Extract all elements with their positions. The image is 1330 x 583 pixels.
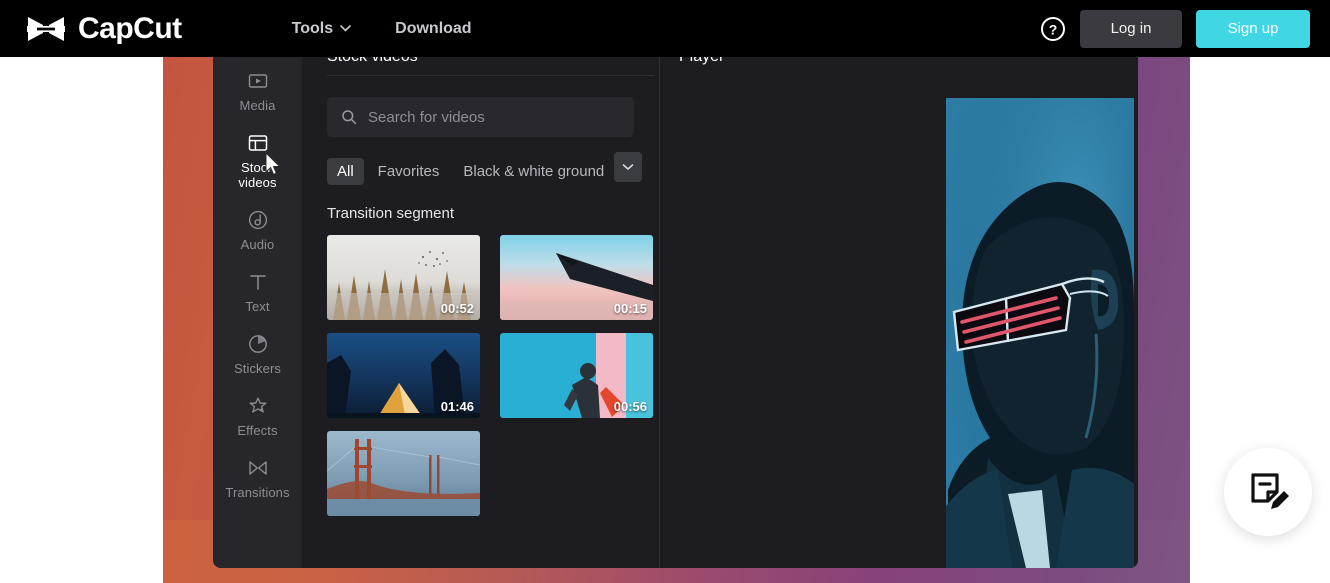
chevron-down-icon xyxy=(340,25,351,32)
nav-item-tools-label: Tools xyxy=(291,19,334,37)
panel-title: Stock videos xyxy=(302,57,659,75)
sidebar-item-effects[interactable]: Effects xyxy=(213,386,302,448)
filter-chip-row: All Favorites Black & white ground xyxy=(302,137,659,191)
sidebar-item-media[interactable]: Media xyxy=(213,61,302,123)
page-root: CapCut Tools Download ? Log in Sign up M… xyxy=(0,0,1330,583)
stock-video-item[interactable] xyxy=(327,431,480,516)
sidebar-item-effects-label: Effects xyxy=(237,423,278,438)
stock-videos-grid-icon xyxy=(248,135,267,151)
stock-video-grid: 00:52 00:15 01:46 00:56 xyxy=(302,222,659,516)
search-icon xyxy=(342,110,357,125)
stock-video-item[interactable]: 00:56 xyxy=(500,333,653,418)
player-preview-image xyxy=(946,98,1134,568)
nav-item-download-label: Download xyxy=(395,19,472,37)
search-input[interactable] xyxy=(368,108,620,126)
thumbnail-duration: 00:52 xyxy=(440,301,474,316)
brand-logo[interactable]: CapCut xyxy=(24,11,182,45)
nav-item-tools[interactable]: Tools xyxy=(292,20,351,38)
signup-button[interactable]: Sign up xyxy=(1196,9,1310,48)
transitions-bowtie-icon xyxy=(248,461,267,475)
sidebar-item-stickers-label: Stickers xyxy=(233,361,282,376)
nav-item-download[interactable]: Download xyxy=(395,20,471,38)
feedback-edit-document-icon xyxy=(1251,473,1289,509)
sidebar-item-text[interactable]: Text xyxy=(213,262,302,324)
section-title-transition-segment: Transition segment xyxy=(327,205,455,222)
thumbnail-image xyxy=(327,431,480,516)
brand-name: CapCut xyxy=(78,11,182,45)
login-button[interactable]: Log in xyxy=(1080,9,1182,48)
feedback-button[interactable] xyxy=(1224,448,1312,536)
sidebar-item-audio-label: Audio xyxy=(240,237,275,252)
svg-text:?: ? xyxy=(1049,21,1058,37)
thumbnail-duration: 01:46 xyxy=(440,399,474,414)
thumbnail-duration: 00:15 xyxy=(613,301,647,316)
editor-shell: Media Stock videos Audio Text Stickers E… xyxy=(213,57,1138,568)
filter-expand-button[interactable] xyxy=(614,152,642,182)
audio-note-icon xyxy=(248,210,267,230)
search-box[interactable] xyxy=(327,97,634,137)
stock-video-item[interactable]: 01:46 xyxy=(327,333,480,418)
editor-left-rail: Media Stock videos Audio Text Stickers E… xyxy=(213,57,302,568)
stock-videos-panel: Stock videos All Favorites Black & white… xyxy=(302,57,660,568)
chevron-down-icon xyxy=(622,164,634,171)
sidebar-item-stickers[interactable]: Stickers xyxy=(213,324,302,386)
text-t-icon xyxy=(249,275,266,290)
player-preview[interactable] xyxy=(946,98,1134,568)
sidebar-item-stock-videos[interactable]: Stock videos xyxy=(213,123,302,200)
filter-chip-all[interactable]: All xyxy=(327,157,364,185)
stock-video-item[interactable]: 00:52 xyxy=(327,235,480,320)
topbar-actions: ? Log in Sign up xyxy=(1040,9,1310,48)
filter-chip-black-and-white-ground[interactable]: Black & white ground xyxy=(453,158,613,185)
filter-chip-favorites[interactable]: Favorites xyxy=(368,158,450,185)
question-circle-icon[interactable]: ? xyxy=(1040,16,1066,42)
capcut-logo-icon xyxy=(27,16,65,41)
sidebar-item-audio[interactable]: Audio xyxy=(213,200,302,262)
thumbnail-duration: 00:56 xyxy=(613,399,647,414)
stickers-circle-icon xyxy=(248,335,267,353)
top-navigation-bar: CapCut Tools Download ? Log in Sign up xyxy=(0,0,1330,57)
player-panel: Player xyxy=(660,57,1138,568)
sidebar-item-transitions[interactable]: Transitions xyxy=(213,448,302,510)
sidebar-item-text-label: Text xyxy=(245,299,270,314)
player-title: Player xyxy=(679,57,724,66)
effects-star-icon xyxy=(249,397,266,413)
media-play-frame-icon xyxy=(248,74,267,88)
sidebar-item-media-label: Media xyxy=(239,98,276,113)
nav-links: Tools Download xyxy=(292,20,472,38)
sidebar-item-transitions-label: Transitions xyxy=(225,485,290,500)
search-row xyxy=(302,76,659,137)
sidebar-item-stock-videos-label: Stock videos xyxy=(238,160,277,190)
stock-video-item[interactable]: 00:15 xyxy=(500,235,653,320)
